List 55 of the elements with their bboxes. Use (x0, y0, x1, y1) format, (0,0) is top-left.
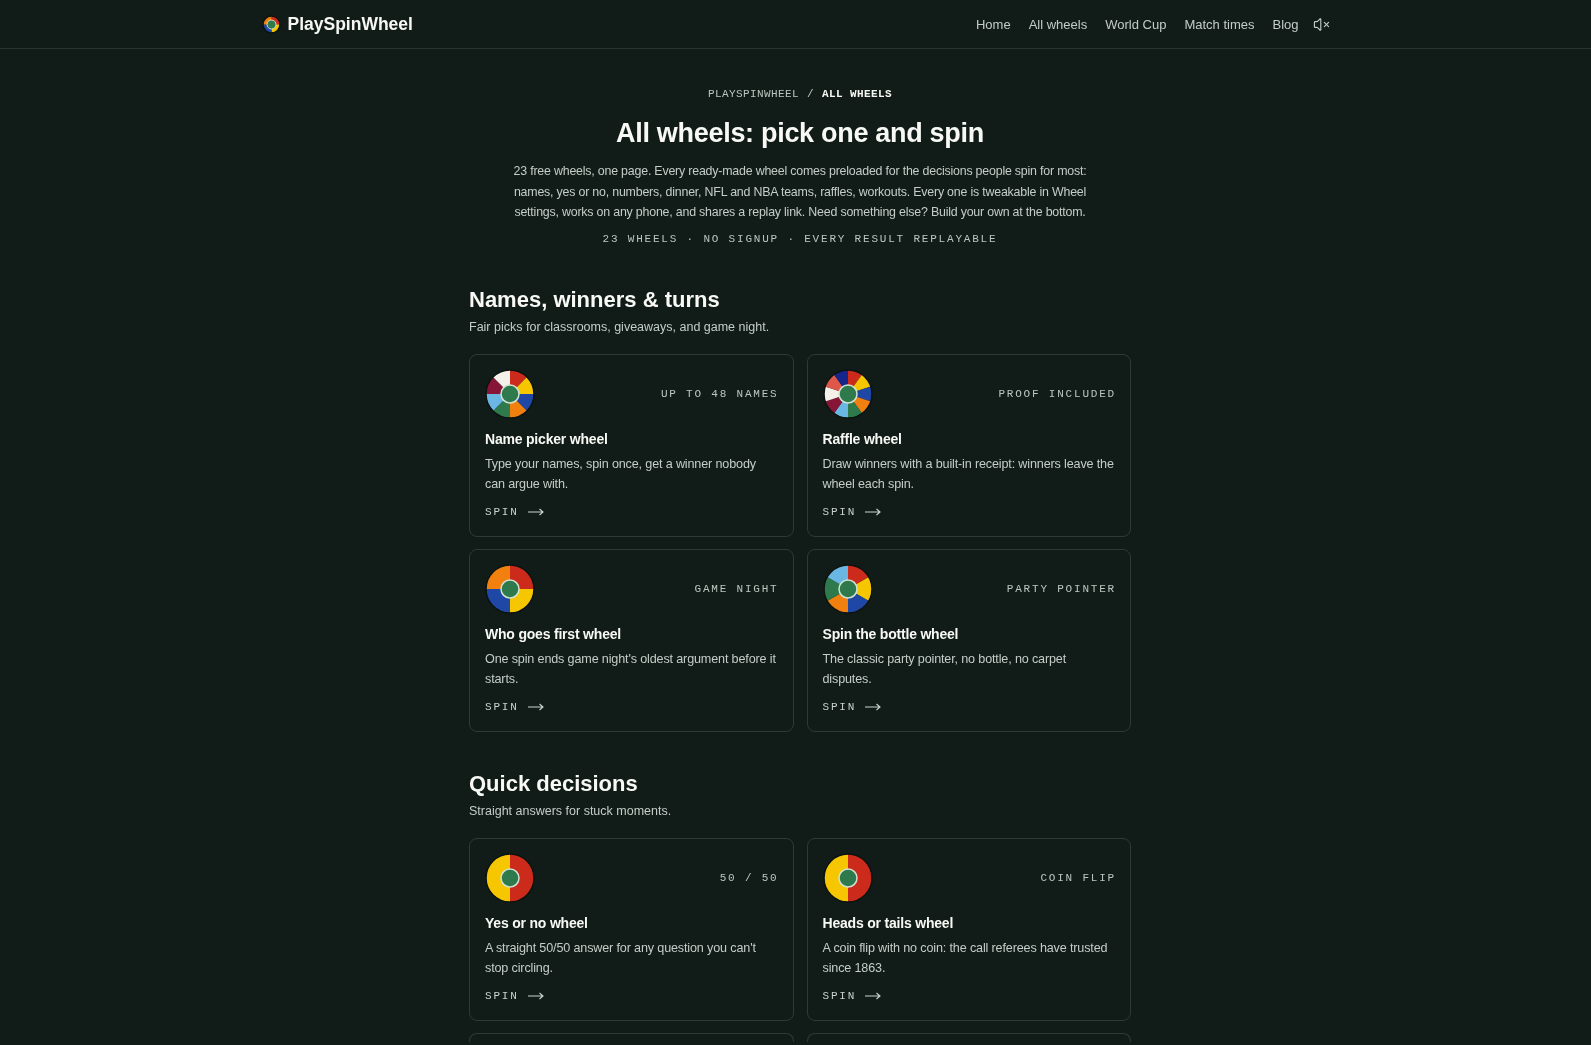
arrow-right-icon (527, 507, 544, 516)
speaker-muted-icon (1312, 15, 1330, 33)
spin-link[interactable]: SPIN (485, 698, 544, 715)
arrow-right-icon (527, 991, 544, 1000)
card-title: Name picker wheel (484, 429, 609, 449)
section-heading: Quick decisions (469, 770, 639, 797)
card-description: A coin flip with no coin: the call referees have trusted since 1863. (821, 939, 1109, 977)
card-tag: PROOF INCLUDED (998, 387, 1116, 400)
spin-link[interactable]: SPIN (822, 503, 882, 520)
intro-paragraph: 23 free wheels, one page. Every ready-made wheel comes preloaded for the decisions people spin for most: names, yes or no, numbers, dinner, NFL and NBA teams, raffles, workouts. Every one is tweakable in Wheel settings, works on any phone, and shares a replay link. Need something else? Build your own at the bottom. (512, 163, 1088, 221)
wheel-icon (485, 368, 535, 419)
section-subheading: Straight answers for stuck moments. (469, 802, 673, 819)
wheel-icon (485, 563, 535, 614)
breadcrumb-separator: / (807, 87, 814, 101)
tagline: 23 WHEELS · NO SIGNUP · EVERY RESULT REPLAYABLE (602, 231, 998, 246)
section-heading: Names, winners & turns (469, 286, 721, 313)
section-subheading: Fair picks for classrooms, giveaways, and game night. (469, 318, 771, 335)
sound-toggle-button[interactable] (1312, 15, 1330, 33)
card-description: One spin ends game night's oldest argument before it starts. (484, 650, 777, 688)
card-tag: GAME NIGHT (694, 582, 779, 595)
site-logo[interactable]: PlaySpinWheel (261, 13, 413, 35)
card-title: Spin the bottle wheel (821, 624, 960, 644)
card-description: A straight 50/50 answer for any question you can't stop circling. (484, 939, 757, 977)
nav-link[interactable]: Match times (1184, 16, 1255, 32)
card-tag: PARTY POINTER (1006, 582, 1116, 595)
nav-link[interactable]: Home (976, 16, 1011, 32)
card-title: Yes or no wheel (484, 913, 589, 933)
wheel-icon (485, 852, 535, 903)
card-tag: 50 / 50 (719, 871, 779, 884)
arrow-right-icon (865, 702, 882, 711)
breadcrumb-link[interactable]: PLAYSPINWHEEL (707, 87, 799, 101)
card-tag: COIN FLIP (1040, 871, 1116, 884)
card-description: Draw winners with a built-in receipt: winners leave the wheel each spin. (821, 455, 1115, 493)
nav-link[interactable]: All wheels (1028, 16, 1088, 32)
page-title: All wheels: pick one and spin (616, 117, 984, 149)
arrow-right-icon (865, 991, 882, 1000)
card-tag: UP TO 48 NAMES (660, 387, 779, 400)
logo-wheel-icon (261, 14, 281, 34)
card-title: Heads or tails wheel (821, 913, 955, 933)
card-description: The classic party pointer, no bottle, no carpet disputes. (821, 650, 1068, 688)
nav-link[interactable]: Blog (1272, 16, 1299, 32)
wheel-icon (822, 563, 873, 614)
spin-link[interactable]: SPIN (822, 987, 882, 1004)
spin-link[interactable]: SPIN (485, 987, 544, 1004)
nav-link[interactable]: World Cup (1105, 16, 1167, 32)
arrow-right-icon (865, 507, 882, 516)
breadcrumb-link[interactable]: ALL WHEELS (822, 87, 892, 101)
wheel-icon (822, 368, 873, 419)
spin-link[interactable]: SPIN (822, 698, 882, 715)
card-title: Who goes first wheel (484, 624, 622, 644)
card-description: Type your names, spin once, get a winner nobody can argue with. (484, 455, 757, 493)
wheel-icon (822, 852, 873, 903)
arrow-right-icon (527, 702, 544, 711)
spin-link[interactable]: SPIN (485, 503, 544, 520)
card-title: Raffle wheel (821, 429, 903, 449)
